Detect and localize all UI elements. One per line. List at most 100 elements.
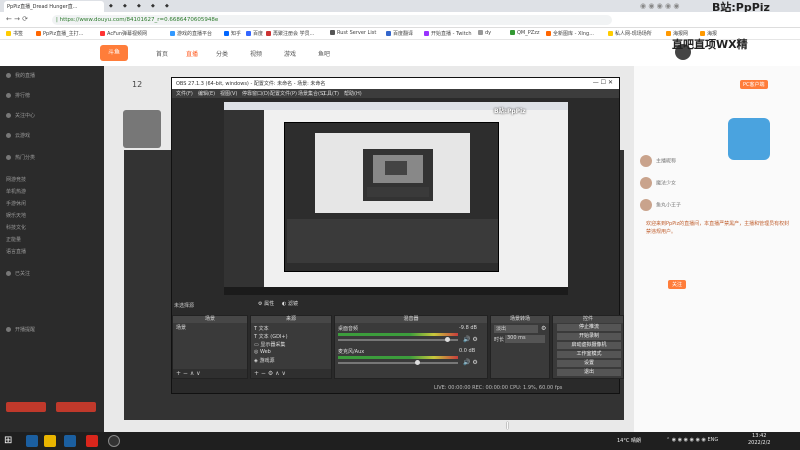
tab[interactable]: ◆ (106, 1, 120, 12)
source-item[interactable]: ◎ Web (254, 349, 271, 355)
bookmark[interactable]: 再聚注册会 学员... (266, 30, 314, 37)
source-item[interactable]: ◈ 游戏源 (254, 357, 274, 364)
sidebar-red-button[interactable] (56, 402, 96, 412)
menu-profile[interactable]: 配置文件(P) (270, 90, 297, 97)
nav-arrows-icon[interactable]: ← → ⟳ (6, 15, 28, 23)
sidebar-item[interactable]: 网游竞技 (6, 176, 26, 183)
filters-button[interactable]: ◐ 滤镜 (282, 300, 298, 307)
start-recording-button[interactable]: 开始录制 (557, 333, 621, 340)
nav-category[interactable]: 分类 (216, 49, 228, 58)
mixer-dock: 混音器 桌面音频 -9.8 dB 🔊 ⚙ 麦克风/Aux 0.0 dB 🔊 ⚙ (334, 315, 488, 379)
transition-select[interactable]: 淡出 (494, 325, 538, 333)
sidebar-item[interactable]: 排行榜 (6, 92, 30, 99)
folder-icon[interactable] (44, 435, 56, 447)
app-icon[interactable] (86, 435, 98, 447)
nested-taskbar (224, 287, 568, 295)
url-input[interactable]: | https://www.douyu.com/84101627_r=0.668… (52, 15, 612, 25)
follow-button[interactable]: 关注 (668, 280, 687, 289)
virtual-camera-button[interactable]: 启动虚拟摄像机 (557, 342, 621, 349)
nav-home[interactable]: 首页 (156, 49, 168, 58)
status-text: LIVE: 00:00:00 REC: 00:00:00 CPU: 1.9%, … (434, 385, 563, 391)
sidebar-item[interactable]: 已关注 (6, 270, 30, 277)
system-tray[interactable]: ⌃ ◉ ◉ ◉ ◉ ◉ ◉ ENG (666, 437, 718, 443)
sidebar-item[interactable]: 我的直播 (6, 72, 35, 79)
pc-client-badge[interactable]: PC客户端 (740, 80, 768, 89)
mixer-track-icons[interactable]: 🔊 ⚙ (463, 336, 478, 343)
steam-icon[interactable] (26, 435, 38, 447)
duration-input[interactable]: 300 ms (505, 335, 545, 343)
gear-icon[interactable]: ⚙ (541, 325, 546, 332)
bookmark[interactable]: 私人网-现场场所 (608, 30, 652, 37)
obs-preview[interactable]: B站:PpPiz (224, 102, 568, 295)
nav-live[interactable]: 直播 (186, 49, 198, 58)
tab[interactable]: ◆ (148, 1, 162, 12)
chat-user[interactable]: 鱼丸小王子 (640, 199, 681, 211)
clock[interactable]: 13:42 2022/2/2 (748, 433, 770, 447)
studio-mode-button[interactable]: 工作室模式 (557, 351, 621, 358)
source-item[interactable]: T 文本 (254, 325, 269, 332)
bookmark[interactable]: 百度翻译 (386, 30, 413, 37)
menu-tools[interactable]: 工具(T) (322, 90, 339, 97)
sidebar-item[interactable]: 手游休闲 (6, 200, 26, 207)
volume-knob[interactable] (445, 337, 450, 342)
nav-game[interactable]: 游戏 (284, 49, 296, 58)
exit-button[interactable]: 退出 (557, 369, 621, 376)
bookmark[interactable]: Rust Server List (330, 30, 376, 36)
sidebar-item[interactable]: 云游戏 (6, 132, 30, 139)
bookmark[interactable]: dy (478, 30, 491, 36)
nav-yuba[interactable]: 鱼吧 (318, 49, 330, 58)
steam-icon[interactable] (64, 435, 76, 447)
scenes-toolbar[interactable]: + − ∧ ∨ (173, 369, 247, 378)
sidebar-item[interactable]: 娱乐天地 (6, 212, 26, 219)
bookmark[interactable]: 知乎 (224, 30, 241, 37)
sidebar-item[interactable]: 正能量 (6, 236, 21, 243)
streamer-avatar[interactable] (123, 110, 161, 148)
volume-knob[interactable] (415, 360, 420, 365)
bookmark[interactable]: 开始直播 - Twitch (424, 30, 472, 37)
bookmark[interactable]: 书签 (6, 30, 23, 37)
sidebar-item[interactable]: 语言直播 (6, 248, 26, 255)
volume-slider[interactable] (338, 362, 458, 364)
sources-toolbar[interactable]: + − ⚙ ∧ ∨ (251, 369, 331, 378)
window-controls-icon[interactable]: — ☐ ✕ (593, 79, 613, 86)
nav-video[interactable]: 视频 (250, 49, 262, 58)
source-item[interactable]: ▭ 显示器采集 (254, 341, 285, 348)
menu-file[interactable]: 文件(F) (176, 90, 193, 97)
menu-help[interactable]: 帮助(H) (344, 90, 362, 97)
dock-title: 场景 (173, 316, 247, 323)
tab[interactable]: ◆ (134, 1, 148, 12)
volume-slider[interactable] (338, 339, 458, 341)
menu-view[interactable]: 视图(V) (220, 90, 237, 97)
menu-docks[interactable]: 停靠窗口(D) (242, 90, 270, 97)
sidebar-item[interactable]: 科技文化 (6, 224, 26, 231)
bookmark[interactable]: 游戏的直播平台 (170, 30, 212, 37)
settings-button[interactable]: 设置 (557, 360, 621, 367)
bookmark[interactable]: QM_PZzz (510, 30, 539, 36)
tab[interactable]: ◆ (120, 1, 134, 12)
mixer-track-db: 0.0 dB (459, 348, 476, 354)
nested-watermark: B站:PpPiz (494, 108, 526, 115)
properties-button[interactable]: ⚙ 属性 (258, 300, 274, 307)
sidebar-item[interactable]: 单机热游 (6, 188, 26, 195)
weather-widget[interactable]: 14°C 晴朗 (617, 437, 641, 444)
menu-edit[interactable]: 编辑(E) (198, 90, 215, 97)
obs-taskbar-icon[interactable] (108, 435, 120, 447)
bookmark[interactable]: AcFun弹幕视频网 (100, 30, 147, 37)
tab-active[interactable]: PpPiz直播_Dread Hunger直... (4, 1, 104, 12)
bookmark[interactable]: PpPiz直播_主打... (36, 30, 83, 37)
tab[interactable]: ◆ (162, 1, 176, 12)
bookmark[interactable]: 全新图库 - XIng... (546, 30, 594, 37)
sidebar-item[interactable]: 关注中心 (6, 112, 35, 119)
chat-user[interactable]: 主播昵称 (640, 155, 676, 167)
site-logo[interactable]: 斗鱼 (100, 45, 128, 61)
source-item[interactable]: T 文本 (GDI+) (254, 333, 288, 340)
chat-user[interactable]: 魔法少女 (640, 177, 676, 189)
stop-streaming-button[interactable]: 停止推流 (557, 324, 621, 331)
bookmark[interactable]: 百度 (246, 30, 263, 37)
sidebar-red-button[interactable] (6, 402, 46, 412)
sidebar-item[interactable]: 热门分类 (6, 154, 35, 161)
sidebar-item[interactable]: 开播提醒 (6, 326, 35, 333)
mixer-track-icons[interactable]: 🔊 ⚙ (463, 359, 478, 366)
windows-start-icon[interactable]: ⊞ (4, 435, 16, 447)
scene-item[interactable]: 场景 (174, 324, 246, 332)
